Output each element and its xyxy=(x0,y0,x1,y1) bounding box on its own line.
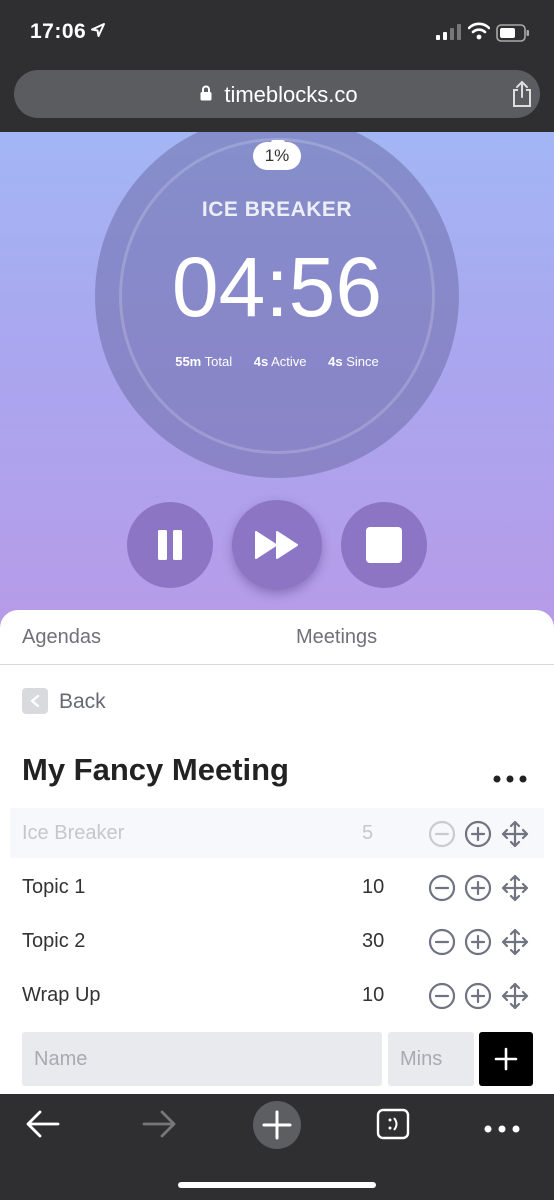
tabs-switcher-icon[interactable] xyxy=(376,1108,410,1145)
stat-since: 4s Since xyxy=(328,354,379,369)
stat-active: 4s Active xyxy=(253,354,307,369)
move-arrows-icon[interactable] xyxy=(501,982,529,1010)
timer-dial: 1% ICE BREAKER 04:56 55m Total 4s Active… xyxy=(95,132,459,478)
minus-circle-icon[interactable] xyxy=(428,820,456,848)
progress-percent-badge: 1% xyxy=(253,142,301,170)
battery-icon xyxy=(496,24,530,47)
new-tab-icon[interactable] xyxy=(252,1100,302,1155)
url-text: timeblocks.co xyxy=(224,82,358,107)
status-time: 17:06 xyxy=(30,20,87,43)
pause-icon xyxy=(158,530,182,560)
add-item-form xyxy=(22,1032,534,1086)
agenda-item-minutes: 10 xyxy=(362,984,385,1006)
browser-toolbar xyxy=(0,1094,554,1200)
plus-circle-icon[interactable] xyxy=(464,928,492,956)
agenda-row[interactable]: Wrap Up 10 xyxy=(10,970,544,1020)
move-arrows-icon[interactable] xyxy=(501,874,529,902)
minus-circle-icon[interactable] xyxy=(428,982,456,1010)
timer-stats: 55m Total 4s Active 4s Since xyxy=(95,354,459,369)
location-arrow-icon xyxy=(90,22,106,43)
move-arrows-icon[interactable] xyxy=(501,928,529,956)
back-arrow-icon[interactable] xyxy=(24,1108,62,1145)
more-options-icon[interactable] xyxy=(493,770,527,788)
plus-circle-icon[interactable] xyxy=(464,874,492,902)
timer-panel: 1% ICE BREAKER 04:56 55m Total 4s Active… xyxy=(0,132,554,632)
forward-arrow-icon[interactable] xyxy=(140,1108,178,1145)
tab-agendas[interactable]: Agendas xyxy=(22,626,101,649)
agenda-item-minutes: 5 xyxy=(362,822,374,844)
segment-title: ICE BREAKER xyxy=(201,198,353,221)
tab-bar: Agendas Meetings xyxy=(0,610,554,665)
home-indicator xyxy=(178,1182,376,1188)
agenda-sheet: Agendas Meetings Back My Fancy Meeting I… xyxy=(0,610,554,1094)
agenda-row[interactable]: Topic 1 10 xyxy=(10,862,544,912)
plus-circle-icon[interactable] xyxy=(464,982,492,1010)
fast-forward-icon xyxy=(255,531,298,559)
pause-button[interactable] xyxy=(127,502,213,588)
browser-chrome-top: 17:06 timeblocks.co xyxy=(0,0,554,132)
minus-circle-icon[interactable] xyxy=(428,874,456,902)
mins-input[interactable] xyxy=(388,1032,474,1086)
name-input[interactable] xyxy=(22,1032,382,1086)
share-icon[interactable] xyxy=(510,80,534,113)
meeting-title: My Fancy Meeting xyxy=(22,752,289,787)
wifi-icon xyxy=(467,22,491,45)
agenda-item-name: Ice Breaker xyxy=(22,822,125,844)
agenda-item-name: Topic 2 xyxy=(22,930,86,952)
agenda-row[interactable]: Topic 2 30 xyxy=(10,916,544,966)
stat-total: 55m Total xyxy=(175,354,233,369)
add-item-button[interactable] xyxy=(479,1032,533,1086)
back-label: Back xyxy=(59,690,106,713)
agenda-item-minutes: 10 xyxy=(362,876,385,898)
tab-meetings[interactable]: Meetings xyxy=(296,626,377,649)
skip-next-button[interactable] xyxy=(232,500,322,590)
agenda-item-name: Topic 1 xyxy=(22,876,86,898)
stop-button[interactable] xyxy=(341,502,427,588)
more-menu-icon[interactable] xyxy=(484,1120,520,1138)
plus-icon xyxy=(494,1047,518,1071)
chevron-left-icon xyxy=(22,688,48,714)
minus-circle-icon[interactable] xyxy=(428,928,456,956)
stop-icon xyxy=(366,527,402,563)
agenda-row[interactable]: Ice Breaker 5 xyxy=(10,808,544,858)
address-bar[interactable]: timeblocks.co xyxy=(14,70,540,118)
countdown-clock: 04:56 xyxy=(171,240,383,334)
plus-circle-icon[interactable] xyxy=(464,820,492,848)
agenda-item-name: Wrap Up xyxy=(22,984,101,1006)
move-arrows-icon[interactable] xyxy=(501,820,529,848)
status-bar: 17:06 xyxy=(0,0,554,66)
cellular-signal-icon xyxy=(436,24,462,45)
agenda-item-minutes: 30 xyxy=(362,930,385,952)
